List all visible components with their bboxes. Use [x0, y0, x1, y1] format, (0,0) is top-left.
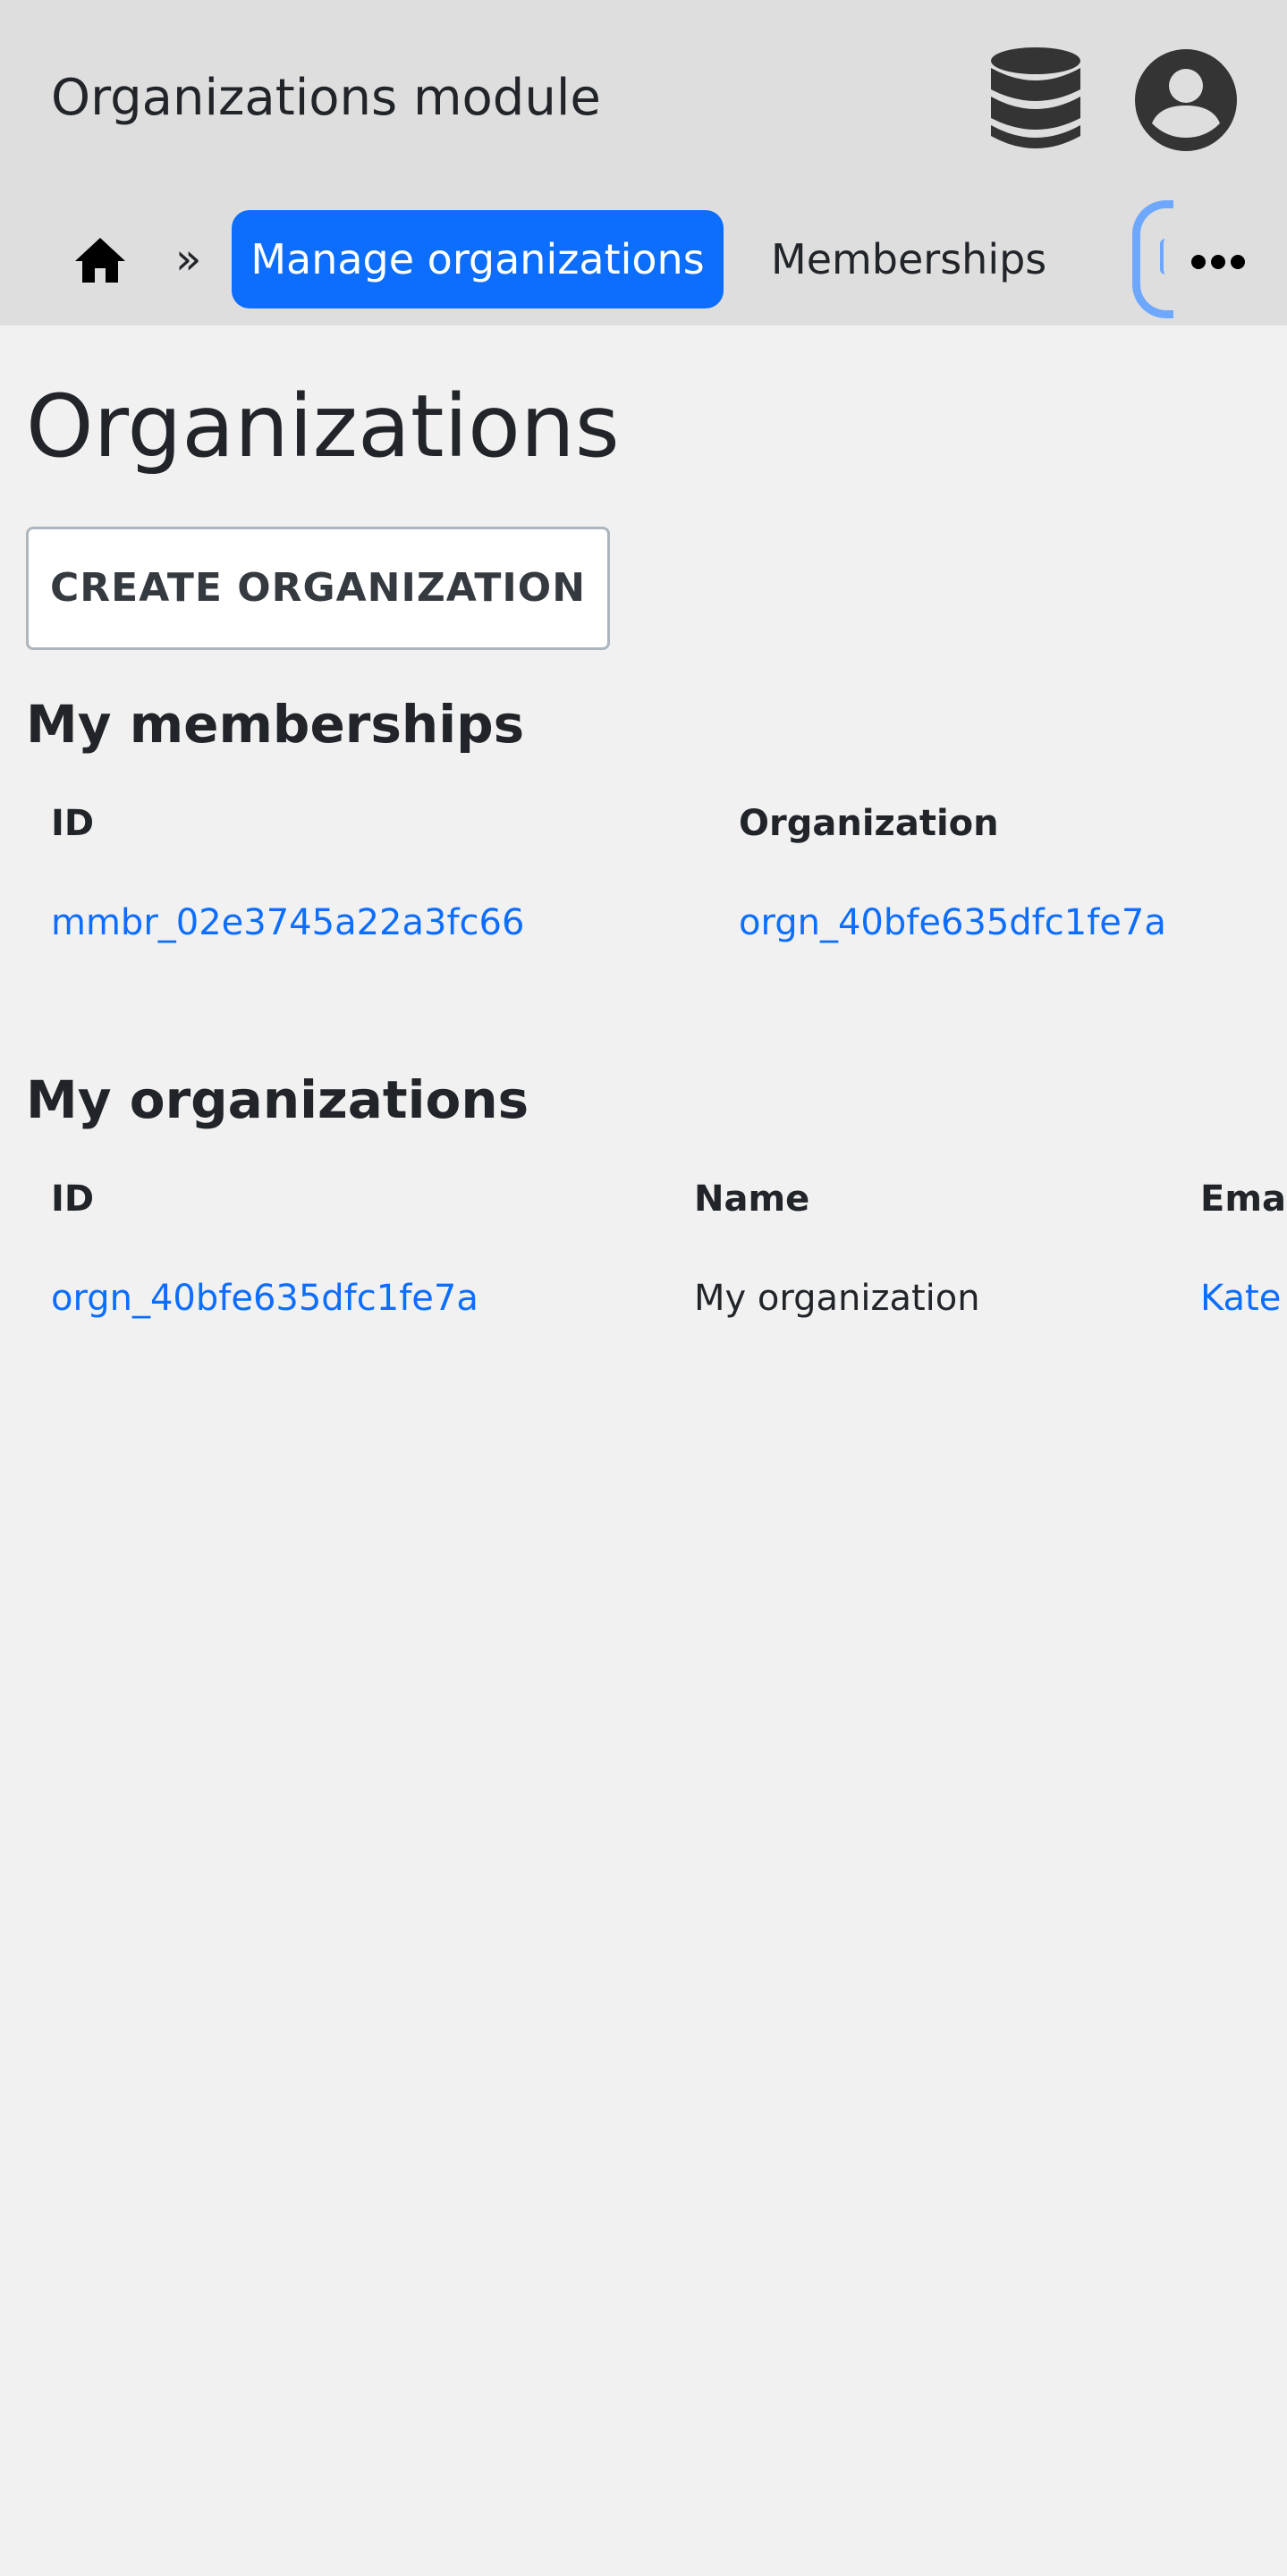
column-header-name: Name: [694, 1178, 810, 1220]
organization-email-link[interactable]: Kate: [1200, 1273, 1281, 1323]
ellipsis-icon[interactable]: [1190, 254, 1246, 270]
home-icon[interactable]: [73, 236, 127, 284]
organization-email-clip: Kate: [1200, 1273, 1287, 1323]
app-title: Organizations module: [51, 69, 601, 127]
organizations-section-title: My organizations: [26, 1069, 529, 1130]
column-header-email: Email: [1200, 1178, 1287, 1220]
breadcrumb-nav: » Manage organizations Memberships: [0, 197, 1287, 325]
tab-memberships[interactable]: Memberships: [771, 210, 1046, 308]
page-title: Organizations: [26, 376, 620, 477]
database-icon[interactable]: [988, 46, 1083, 152]
tab-partial-hidden[interactable]: [1132, 200, 1173, 318]
user-circle-icon[interactable]: [1134, 48, 1238, 152]
app-header: Organizations module » Manage organizati…: [0, 0, 1287, 325]
tab-manage-organizations[interactable]: Manage organizations: [232, 210, 724, 308]
organization-id-link[interactable]: orgn_40bfe635dfc1fe7a: [51, 1273, 478, 1323]
create-organization-button[interactable]: CREATE ORGANIZATION: [26, 527, 610, 650]
column-header-email-clip: Email: [1200, 1174, 1287, 1224]
column-header-id: ID: [51, 803, 95, 844]
membership-id-link[interactable]: mmbr_02e3745a22a3fc66: [51, 898, 524, 948]
column-header-organization: Organization: [739, 803, 999, 844]
memberships-section-title: My memberships: [26, 694, 525, 755]
organization-name: My organization: [694, 1278, 980, 1319]
membership-organization-link[interactable]: orgn_40bfe635dfc1fe7a: [739, 898, 1166, 948]
breadcrumb-separator: »: [175, 234, 202, 284]
column-header-id: ID: [51, 1178, 95, 1220]
